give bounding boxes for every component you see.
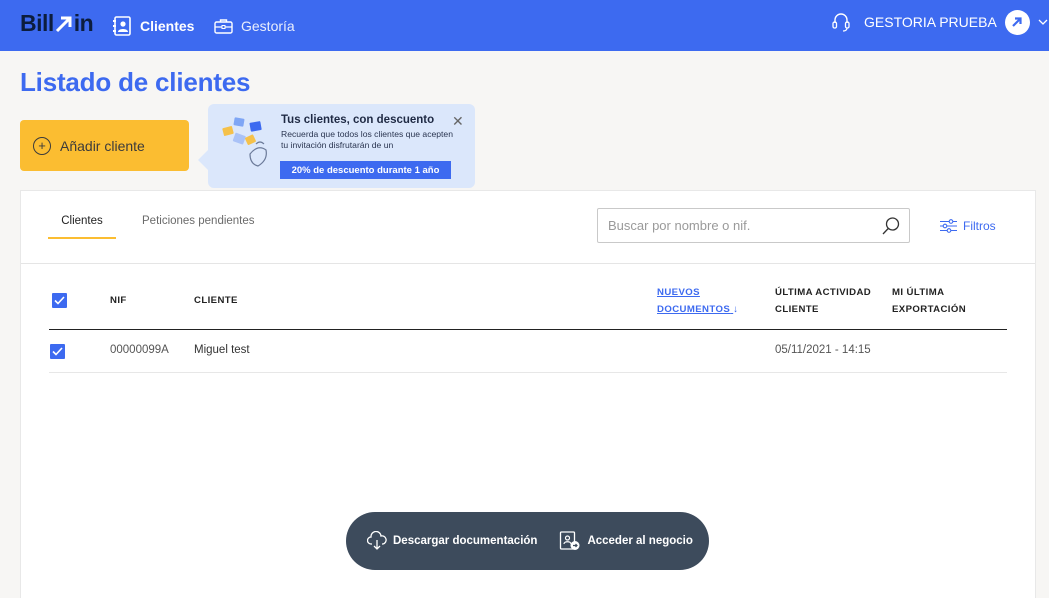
row-checkbox[interactable]: [50, 344, 65, 359]
nav-gestoria[interactable]: Gestoría: [214, 0, 295, 51]
table-header-divider: [49, 329, 1007, 330]
download-documentation-label: Descargar documentación: [393, 535, 538, 547]
column-header-mi-ultima-exportacion[interactable]: MI ÚLTIMA EXPORTACIÓN: [892, 284, 966, 318]
nav-clientes-label: Clientes: [140, 17, 195, 34]
column-header-nif[interactable]: NIF: [110, 292, 127, 309]
tab-peticiones-pendientes[interactable]: Peticiones pendientes: [142, 215, 255, 227]
search-input[interactable]: [598, 209, 868, 242]
contact-card-icon: [113, 15, 131, 36]
close-icon[interactable]: ✕: [452, 114, 464, 128]
page-title: Listado de clientes: [20, 67, 251, 97]
filters-label: Filtros: [963, 219, 996, 233]
column-header-export-line2: EXPORTACIÓN: [892, 304, 967, 315]
access-business-button[interactable]: Acceder al negocio: [559, 531, 693, 551]
headset-icon[interactable]: [832, 12, 850, 34]
column-header-export-line1: MI ÚLTIMA: [892, 287, 945, 298]
column-header-nuevos-line2-wrap: DOCUMENTOS ↓: [657, 301, 738, 318]
search-box: [597, 208, 910, 243]
logo-arrow-icon: [55, 16, 72, 32]
sort-arrow-down-icon: ↓: [733, 304, 739, 315]
column-header-ultima-actividad[interactable]: ÚLTIMA ACTIVIDAD CLIENTE: [775, 284, 871, 318]
cloud-download-icon: [367, 531, 387, 550]
sliders-icon: [940, 219, 957, 233]
filters-button[interactable]: Filtros: [940, 219, 996, 233]
discount-promo-banner: Tus clientes, con descuento Recuerda que…: [198, 104, 475, 188]
account-menu[interactable]: GESTORIA PRUEBA: [864, 0, 1048, 44]
cell-ultima-actividad: 05/11/2021 - 14:15: [775, 344, 871, 356]
nav-gestoria-label: Gestoría: [241, 17, 295, 34]
plus-circle-icon: +: [33, 136, 51, 155]
briefcase-icon: [214, 18, 233, 34]
column-header-actividad-line1: ÚLTIMA ACTIVIDAD: [775, 287, 872, 298]
column-header-nuevos-line1: NUEVOS: [657, 287, 700, 298]
download-documentation-button[interactable]: Descargar documentación: [367, 531, 537, 551]
open-business-icon: [560, 531, 580, 550]
tabs-toolbar: Clientes Peticiones pendientes Filtros: [21, 191, 1035, 264]
discount-tags-illustration-icon: [222, 117, 267, 167]
select-all-checkbox[interactable]: [52, 293, 67, 308]
billin-logo[interactable]: Bill in: [20, 10, 94, 37]
chevron-down-icon: [1038, 19, 1048, 25]
arrow-up-right-icon: [1012, 17, 1022, 27]
cell-nif: 00000099A: [110, 344, 169, 356]
column-header-cliente[interactable]: CLIENTE: [194, 292, 238, 309]
column-header-nuevos-line2: DOCUMENTOS: [657, 304, 731, 315]
column-header-actividad-line2: CLIENTE: [775, 304, 819, 315]
cell-cliente[interactable]: Miguel test: [194, 344, 250, 356]
checkmark-icon: [52, 347, 63, 356]
promo-text: Recuerda que todos los clientes que acep…: [281, 129, 453, 150]
tab-clientes[interactable]: Clientes: [48, 215, 116, 239]
top-navigation-bar: Bill in Clientes Gestoría GESTORIA PRUEB…: [0, 0, 1049, 51]
checkmark-icon: [54, 296, 65, 305]
account-name: GESTORIA PRUEBA: [864, 14, 997, 30]
add-client-button[interactable]: + Añadir cliente: [20, 120, 189, 171]
add-client-label: Añadir cliente: [60, 137, 145, 154]
table-row-divider: [49, 372, 1007, 373]
promo-discount-badge: 20% de descuento durante 1 año: [280, 161, 451, 179]
nav-clientes[interactable]: Clientes: [113, 0, 194, 51]
search-icon[interactable]: [881, 216, 901, 236]
promo-title: Tus clientes, con descuento: [281, 114, 435, 126]
bulk-action-bar: Descargar documentación Acceder al negoc…: [346, 512, 709, 570]
avatar: [1004, 9, 1030, 35]
access-business-label: Acceder al negocio: [587, 535, 693, 547]
column-header-nuevos-documentos[interactable]: NUEVOS DOCUMENTOS ↓: [657, 284, 738, 318]
